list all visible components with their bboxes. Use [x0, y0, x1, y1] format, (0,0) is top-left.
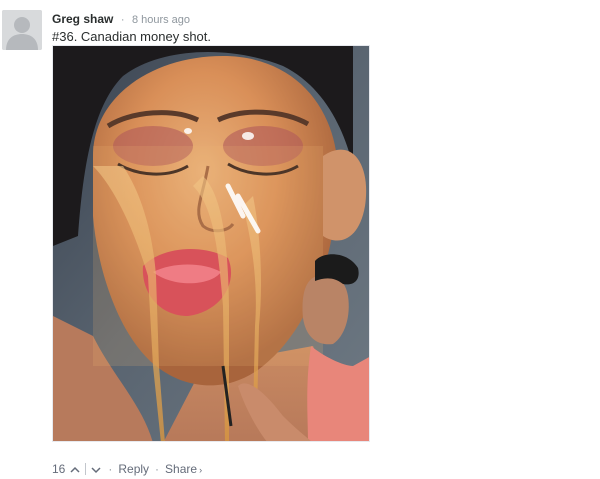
- chevron-down-icon: [91, 467, 101, 473]
- downvote-button[interactable]: [90, 461, 102, 477]
- vote-separator: [85, 463, 87, 475]
- share-label: Share: [165, 461, 198, 476]
- user-silhouette-icon: [2, 10, 42, 50]
- chevron-right-icon: ›: [199, 464, 203, 475]
- comment-header: Greg shaw · 8 hours ago: [52, 11, 190, 27]
- upvote-button[interactable]: [69, 461, 81, 477]
- share-button[interactable]: Share ›: [165, 461, 202, 478]
- comment-timestamp[interactable]: 8 hours ago: [132, 14, 190, 26]
- reply-button[interactable]: Reply: [118, 461, 149, 477]
- author-name[interactable]: Greg shaw: [52, 12, 113, 26]
- chevron-up-icon: [70, 466, 80, 473]
- comment-image[interactable]: [52, 45, 370, 442]
- vote-count: 16: [52, 462, 66, 476]
- comment: Greg shaw · 8 hours ago #36. Canadian mo…: [0, 0, 600, 479]
- comment-footer: 16 · Reply · Share ›: [52, 461, 202, 477]
- avatar[interactable]: [2, 10, 42, 50]
- footer-bullet: ·: [155, 462, 160, 476]
- footer-bullet: ·: [108, 462, 113, 476]
- comment-text: #36. Canadian money shot.: [52, 29, 211, 44]
- painting-image: [53, 46, 369, 441]
- meta-separator: ·: [120, 14, 125, 26]
